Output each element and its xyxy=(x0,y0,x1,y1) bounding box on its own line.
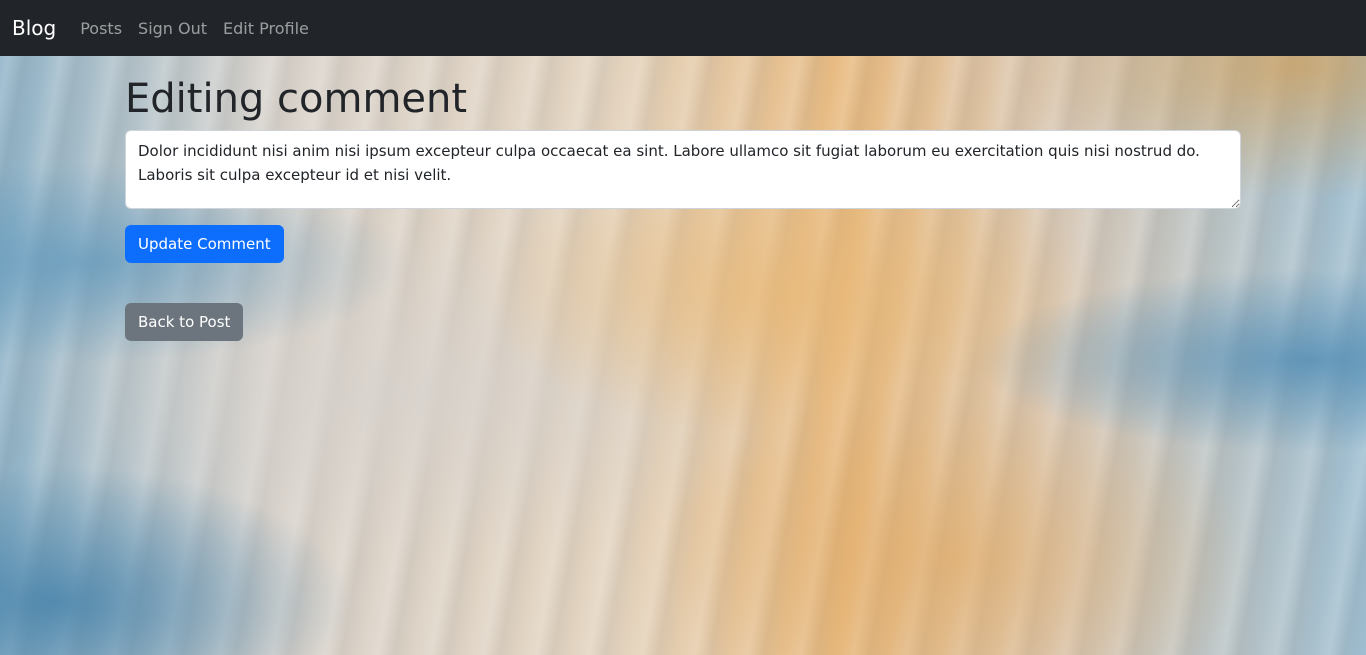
comment-textarea[interactable]: Dolor incididunt nisi anim nisi ipsum ex… xyxy=(125,130,1241,209)
top-navbar: Blog Posts Sign Out Edit Profile xyxy=(0,0,1366,56)
update-comment-button[interactable]: Update Comment xyxy=(125,225,284,263)
brand-link[interactable]: Blog xyxy=(12,16,56,40)
nav-link-posts[interactable]: Posts xyxy=(80,19,122,38)
edit-comment-form: Dolor incididunt nisi anim nisi ipsum ex… xyxy=(125,130,1241,263)
nav-link-sign-out[interactable]: Sign Out xyxy=(138,19,207,38)
main-container: Editing comment Dolor incididunt nisi an… xyxy=(125,56,1241,341)
nav-link-edit-profile[interactable]: Edit Profile xyxy=(223,19,309,38)
page-title: Editing comment xyxy=(125,76,468,122)
back-to-post-button[interactable]: Back to Post xyxy=(125,303,244,341)
